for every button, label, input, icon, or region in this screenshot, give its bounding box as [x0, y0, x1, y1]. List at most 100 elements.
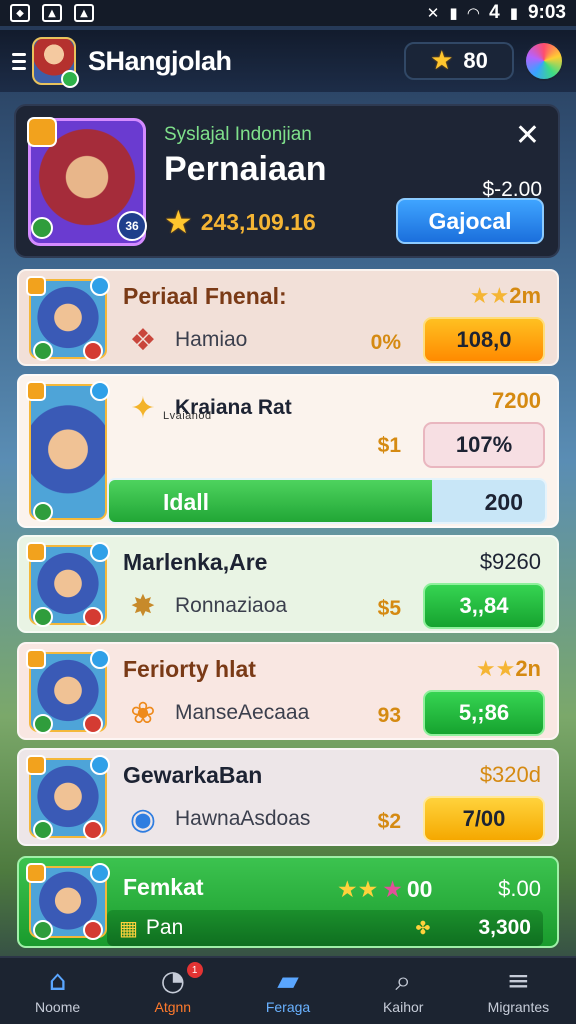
promo-bar-label: Pan — [145, 916, 184, 939]
featured-score-value: 243,109.16 — [200, 208, 316, 235]
nav-label: Migrantes — [487, 999, 550, 1015]
rank-badge-icon — [26, 755, 46, 775]
rank-badge-icon — [26, 863, 46, 883]
row-mid-value: 93 — [377, 704, 401, 727]
image-icon: ▲ — [42, 4, 62, 22]
nav-label: Feraga — [265, 999, 311, 1015]
star-icon: ★ — [164, 203, 193, 241]
list-item[interactable]: Feriorty hlat ❀ ManseAecaaa ★★2n 93 5,;8… — [17, 642, 559, 740]
upgrade-badge-icon — [33, 820, 53, 840]
player-avatar[interactable] — [32, 37, 79, 88]
row-subtitle: Hamiao — [175, 328, 248, 351]
shell-icon: ❀ — [130, 695, 156, 731]
clover-icon: ✤ — [415, 917, 431, 939]
rank-badge-icon — [26, 381, 46, 401]
row-action-button[interactable]: 108,0 — [423, 317, 545, 363]
signal-text: 4 — [489, 2, 500, 23]
clock: 9:03 — [527, 2, 566, 23]
power-badge-icon — [83, 341, 103, 361]
row-action-button[interactable]: 5,;86 — [423, 690, 545, 736]
coin-count: 80 — [463, 48, 488, 73]
menu-icon: ≡ — [506, 964, 531, 997]
star-icon: ★★ — [337, 876, 379, 903]
rank-badge-icon — [26, 542, 46, 562]
nav-cards[interactable]: ▰ Feraga — [230, 958, 345, 1024]
row-action-button[interactable]: 7/00 — [423, 796, 545, 842]
row-subtitle: Ronnaziaoa — [175, 594, 288, 617]
hero-portrait — [26, 649, 110, 734]
orb-icon: ◉ — [129, 801, 157, 837]
row-subtitle: ManseAecaaa — [175, 701, 310, 724]
upgrade-badge-icon — [33, 502, 53, 522]
online-badge — [61, 70, 79, 88]
nav-search[interactable]: ⌕ Kaihor — [346, 958, 461, 1024]
row-price: $320d — [479, 762, 541, 787]
upgrade-badge-icon — [31, 217, 53, 239]
hamburger-menu-icon[interactable] — [12, 52, 26, 70]
list-item[interactable]: Marlenka,Are ✸ Ronnaziaoa $9260 $5 3,,84 — [17, 535, 559, 633]
gem-icon[interactable] — [524, 41, 564, 81]
list-item[interactable]: Periaal Fnenal: ❖ Hamiao ★★2m 0% 108,0 — [17, 269, 559, 366]
row-action-button[interactable]: 107% — [423, 422, 545, 468]
row-action-button[interactable]: 3,,84 — [423, 583, 545, 629]
row-mid-value: 0% — [370, 331, 401, 354]
power-badge-icon — [83, 920, 103, 940]
nav-home[interactable]: ⌂ Noome — [0, 958, 115, 1024]
promo-bar[interactable]: ▦ Pan ✤ 3,300 — [107, 910, 543, 946]
nav-menu[interactable]: ≡ Migrantes — [461, 958, 576, 1024]
row-mid-value: $1 — [377, 434, 401, 457]
close-icon[interactable]: ✕ — [515, 118, 540, 153]
list-item[interactable]: ✦ Kraiana Rat Lvaianod 7200 $1 107% Idal… — [17, 374, 559, 528]
featured-action-button[interactable]: Gajocal — [396, 198, 544, 244]
nav-timer[interactable]: ◔ 1 Atgnn — [115, 958, 230, 1024]
gallery-icon: ▲ — [74, 4, 94, 22]
chest-icon: ▦ — [119, 916, 138, 940]
upgrade-badge-icon — [33, 920, 53, 940]
row-rating: ★★2n — [475, 656, 541, 682]
treasure-icon: ✸ — [130, 588, 156, 624]
star-emblem-icon: ✦ — [130, 390, 156, 426]
mute-icon: ✕ — [426, 4, 440, 22]
star-icon: ★ — [430, 46, 454, 76]
featured-hero-portrait: 36 — [27, 117, 147, 246]
home-icon: ⌂ — [48, 964, 67, 997]
power-badge-icon — [83, 820, 103, 840]
coin-counter[interactable]: ★ 80 — [404, 42, 514, 80]
timer-icon: ◔ — [160, 964, 186, 997]
list-item[interactable]: GewarkaBan ◉ HawnaAsdoas $320d $2 7/00 — [17, 748, 559, 846]
search-icon: ⌕ — [395, 964, 412, 997]
cards-icon: ▰ — [277, 964, 299, 997]
gift-icon: ❖ — [129, 322, 157, 358]
status-bar: ◆ ▲ ▲ ✕ ▮ ◠ 4 ▮ 9:03 — [0, 0, 576, 26]
rank-badge-icon — [27, 117, 57, 147]
nav-label: Kaihor — [382, 999, 424, 1015]
row-mid-value: $5 — [377, 597, 401, 620]
row-title: Femkat — [123, 874, 204, 900]
progress-fill — [109, 480, 432, 522]
row-mid-value: $2 — [377, 810, 401, 833]
list-item[interactable]: Femkat ★★ ★ 00 $.00 ▦ Pan ✤ 3,300 — [17, 856, 559, 948]
row-rating: ★★ ★ 00 — [337, 876, 433, 903]
hero-portrait — [26, 276, 110, 361]
notification-icon: ◆ — [10, 4, 30, 22]
nav-label: Noome — [35, 999, 81, 1015]
progress-label: Idall — [163, 489, 210, 515]
battery-icon: ▮ — [509, 4, 518, 22]
level-badge: 36 — [117, 211, 147, 241]
progress-bar: Idall 200 — [107, 478, 547, 524]
upgrade-badge-icon — [33, 341, 53, 361]
rank-badge-icon — [26, 276, 46, 296]
power-badge-icon — [83, 607, 103, 627]
signal-icon: ▮ — [449, 4, 458, 22]
featured-subtitle: Syslajal Indonjian — [164, 124, 312, 145]
upgrade-badge-icon — [33, 607, 53, 627]
upgrade-badge-icon — [33, 714, 53, 734]
row-rating: ★★2m — [469, 283, 541, 309]
row-price: $9260 — [479, 549, 541, 574]
star-icon: ★★ — [469, 284, 510, 309]
bottom-navigation: ⌂ Noome ◔ 1 Atgnn ▰ Feraga ⌕ Kaihor ≡ Mi… — [0, 956, 576, 1024]
notification-badge: 1 — [186, 962, 203, 978]
featured-offer-card: 36 Syslajal Indonjian Pernaiaan ★ 243,10… — [14, 104, 560, 258]
app-title: SHangjolah — [88, 45, 232, 76]
nav-label: Atgnn — [154, 999, 192, 1015]
